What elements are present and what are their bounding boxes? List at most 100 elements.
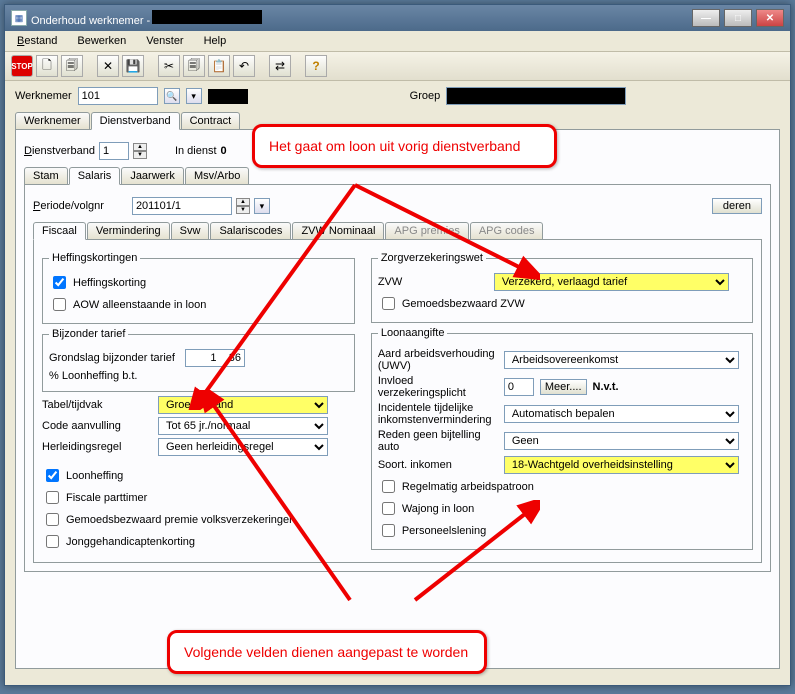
cut-icon[interactable]: ✂	[158, 55, 180, 77]
tab-vermindering[interactable]: Vermindering	[87, 222, 170, 239]
code-label: Code aanvulling	[42, 420, 152, 432]
periode-spinner[interactable]: ▲▼	[236, 198, 250, 214]
toolbar: STOP 🗋 🗐 ✕ 💾 ✂ 🗐 📋 ↶ ⇄ ?	[5, 52, 790, 81]
loonheffing-label: Loonheffing	[66, 470, 123, 482]
tabel-select[interactable]: Groen/Maand	[158, 396, 328, 414]
periode-input[interactable]	[132, 197, 232, 215]
meer-button[interactable]: Meer....	[540, 379, 587, 395]
close-button[interactable]: ✕	[756, 9, 784, 27]
tab-zvw-nominaal[interactable]: ZVW Nominaal	[292, 222, 384, 239]
tab-msv[interactable]: Msv/Arbo	[185, 167, 249, 184]
stop-icon[interactable]: STOP	[11, 55, 33, 77]
personeel-label: Personeelslening	[402, 525, 486, 537]
reden-select[interactable]: Geen	[504, 432, 739, 450]
dropdown-icon[interactable]: ▾	[186, 88, 202, 104]
deren-button[interactable]: deren	[712, 198, 762, 214]
loonheffing-checkbox[interactable]	[46, 469, 59, 482]
tab-apg-premies[interactable]: APG premies	[385, 222, 468, 239]
werknemer-label: Werknemer	[15, 90, 72, 102]
menu-bestand[interactable]: Bestand	[13, 33, 61, 49]
aow-checkbox[interactable]	[53, 298, 66, 311]
periode-dropdown-icon[interactable]: ▾	[254, 198, 270, 214]
tab-apg-codes[interactable]: APG codes	[470, 222, 544, 239]
refresh-icon[interactable]: ⇄	[269, 55, 291, 77]
in-dienst-value: 0	[221, 145, 227, 157]
fiscaal-tabs: Fiscaal Vermindering Svw Salariscodes ZV…	[33, 221, 762, 239]
maximize-button[interactable]: □	[724, 9, 752, 27]
menu-help[interactable]: Help	[200, 33, 231, 49]
help-icon[interactable]: ?	[305, 55, 327, 77]
herl-select[interactable]: Geen herleidingsregel	[158, 438, 328, 456]
redacted-field	[208, 89, 248, 104]
nvt-text: N.v.t.	[593, 381, 619, 393]
tabel-label: Tabel/tijdvak	[42, 399, 152, 411]
reden-label: Reden geen bijtelling auto	[378, 429, 498, 453]
loonaangifte-legend: Loonaangifte	[378, 327, 448, 339]
redacted-title	[152, 10, 262, 24]
heffingskorting-checkbox[interactable]	[53, 276, 66, 289]
minimize-button[interactable]: —	[692, 9, 720, 27]
dienstverband-spinner[interactable]: ▲▼	[133, 143, 147, 159]
aow-label: AOW alleenstaande in loon	[73, 299, 206, 311]
new-icon[interactable]: 🗋	[36, 55, 58, 77]
bijzonder-legend: Bijzonder tarief	[49, 328, 128, 340]
in-dienst-label: In dienst	[175, 145, 217, 157]
copy-icon[interactable]: 🗐	[183, 55, 205, 77]
werknemer-input[interactable]	[78, 87, 158, 105]
jong-label: Jonggehandicaptenkorting	[66, 536, 195, 548]
tab-jaarwerk[interactable]: Jaarwerk	[121, 167, 184, 184]
groep-select[interactable]	[446, 87, 626, 105]
paste-icon[interactable]: 📋	[208, 55, 230, 77]
bijzonder-group: Bijzonder tarief Grondslag bijzonder tar…	[42, 328, 355, 392]
grondslag-input[interactable]	[185, 349, 245, 367]
app-window: ▦ Onderhoud werknemer - — □ ✕ Bestand Be…	[4, 4, 791, 686]
tab-fiscaal[interactable]: Fiscaal	[33, 222, 86, 240]
undo-icon[interactable]: ↶	[233, 55, 255, 77]
cancel-icon[interactable]: ✕	[97, 55, 119, 77]
zvw-select[interactable]: Verzekerd, verlaagd tarief	[494, 273, 729, 291]
annotation-2: Volgende velden dienen aangepast te word…	[167, 630, 487, 674]
invloed-input[interactable]	[504, 378, 534, 396]
sub-tabs: Stam Salaris Jaarwerk Msv/Arbo	[24, 166, 771, 184]
wajong-checkbox[interactable]	[382, 502, 395, 515]
dienstverband-input[interactable]	[99, 142, 129, 160]
tab-dienstverband[interactable]: Dienstverband	[91, 112, 180, 130]
annotation-1: Het gaat om loon uit vorig dienstverband	[252, 124, 557, 168]
code-select[interactable]: Tot 65 jr./normaal	[158, 417, 328, 435]
menu-bewerken[interactable]: Bewerken	[73, 33, 130, 49]
zvw-group: Zorgverzekeringswet ZVW Verzekerd, verla…	[371, 252, 753, 323]
open-icon[interactable]: 🗐	[61, 55, 83, 77]
heffingskorting-label: Heffingskorting	[73, 277, 146, 289]
aard-select[interactable]: Arbeidsovereenkomst	[504, 351, 739, 369]
zvw-gemoed-checkbox[interactable]	[382, 297, 395, 310]
save-icon[interactable]: 💾	[122, 55, 144, 77]
tab-stam[interactable]: Stam	[24, 167, 68, 184]
zvw-label: ZVW	[378, 276, 488, 288]
fiscale-label: Fiscale parttimer	[66, 492, 147, 504]
zvw-gemoed-label: Gemoedsbezwaard ZVW	[402, 298, 525, 310]
heffingskortingen-legend: Heffingskortingen	[49, 252, 140, 264]
regelmatig-checkbox[interactable]	[382, 480, 395, 493]
fiscale-checkbox[interactable]	[46, 491, 59, 504]
soort-select[interactable]: 18-Wachtgeld overheidsinstelling	[504, 456, 739, 474]
invloed-label: Invloed verzekeringsplicht	[378, 375, 498, 399]
jong-checkbox[interactable]	[46, 535, 59, 548]
heffingskortingen-group: Heffingskortingen Heffingskorting AOW al…	[42, 252, 355, 324]
aard-label: Aard arbeidsverhouding (UWV)	[378, 348, 498, 372]
incident-select[interactable]: Automatisch bepalen	[504, 405, 739, 423]
incident-label: Incidentele tijdelijke inkomstenverminde…	[378, 402, 498, 426]
groep-label: Groep	[410, 90, 441, 102]
tab-svw[interactable]: Svw	[171, 222, 210, 239]
tab-salariscodes[interactable]: Salariscodes	[210, 222, 291, 239]
dienstverband-label: Dienstverband	[24, 145, 95, 157]
tab-salaris[interactable]: Salaris	[69, 167, 121, 185]
lookup-icon[interactable]: 🔍	[164, 88, 180, 104]
tab-werknemer[interactable]: Werknemer	[15, 112, 90, 129]
herl-label: Herleidingsregel	[42, 441, 152, 453]
menu-venster[interactable]: Venster	[142, 33, 187, 49]
gemoed-checkbox[interactable]	[46, 513, 59, 526]
tab-contract[interactable]: Contract	[181, 112, 241, 129]
regelmatig-label: Regelmatig arbeidspatroon	[402, 481, 534, 493]
window-controls: — □ ✕	[692, 9, 784, 27]
personeel-checkbox[interactable]	[382, 524, 395, 537]
